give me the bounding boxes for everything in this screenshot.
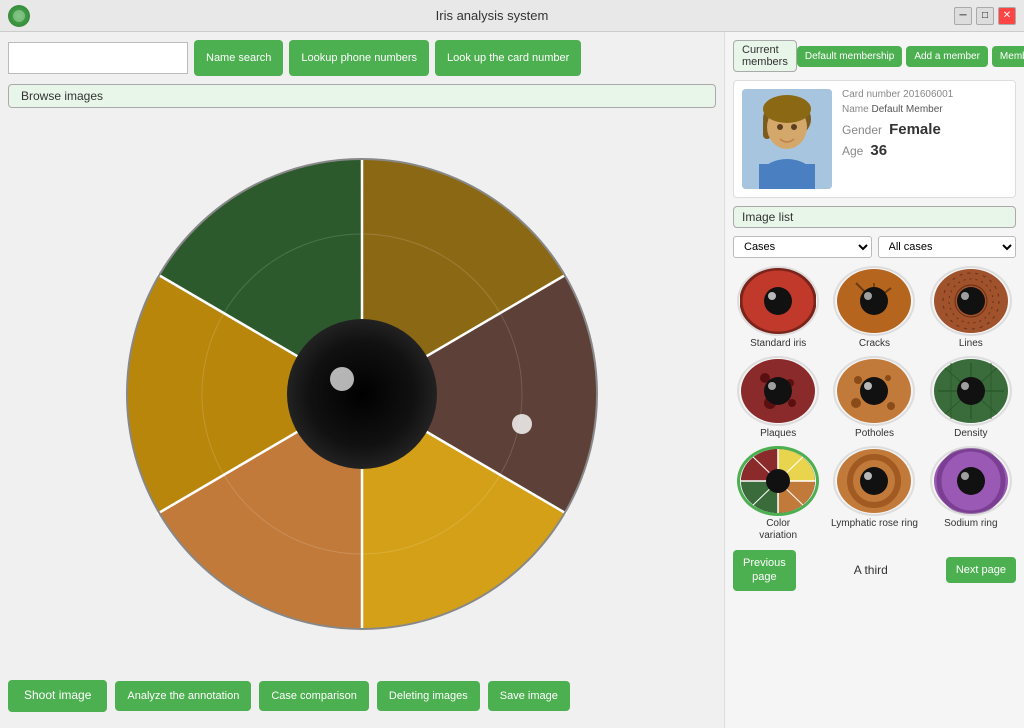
minimize-button[interactable]: ─ (954, 7, 972, 25)
analyze-annotation-button[interactable]: Analyze the annotation (115, 681, 251, 711)
left-panel: Name search Lookup phone numbers Look up… (0, 32, 724, 728)
top-toolbar: Name search Lookup phone numbers Look up… (8, 40, 716, 76)
cases-filter[interactable]: Cases (733, 236, 872, 258)
image-thumb-lymphatic[interactable] (833, 446, 915, 516)
image-label: Lines (959, 338, 983, 350)
main-content: Name search Lookup phone numbers Look up… (0, 32, 1024, 728)
list-item[interactable]: Cracks (829, 266, 919, 350)
age-label: Age (842, 144, 863, 158)
member-toolbar: Default membership Add a member Membersh… (797, 46, 1024, 67)
image-thumb-standard[interactable] (737, 266, 819, 336)
window-controls: ─ □ ✕ (954, 7, 1016, 25)
member-card: Card number 201606001 Name Default Membe… (733, 80, 1016, 198)
search-input[interactable] (8, 42, 188, 74)
image-thumb-cracks[interactable] (833, 266, 915, 336)
avatar (742, 89, 832, 189)
card-number-label: Card number 201606001 (842, 89, 1007, 100)
name-search-button[interactable]: Name search (194, 40, 283, 76)
list-item[interactable]: Density (926, 356, 1016, 440)
list-item[interactable]: Potholes (829, 356, 919, 440)
save-image-button[interactable]: Save image (488, 681, 570, 711)
page-indicator: A third (854, 563, 888, 577)
image-list-label: Image list (733, 206, 1016, 228)
iris-image (122, 154, 602, 634)
gender-value: Female (889, 121, 941, 138)
member-info: Card number 201606001 Name Default Membe… (842, 89, 1007, 189)
gender-label: Gender (842, 123, 882, 137)
maximize-button[interactable]: □ (976, 7, 994, 25)
list-item[interactable]: Standard iris (733, 266, 823, 350)
image-thumb-lines[interactable] (930, 266, 1012, 336)
age-value: 36 (870, 142, 887, 159)
bottom-toolbar: Shoot image Analyze the annotation Case … (8, 672, 716, 720)
image-grid: Standard iris Cracks (733, 266, 1016, 542)
shoot-image-button[interactable]: Shoot image (8, 680, 107, 712)
window-title: Iris analysis system (30, 8, 954, 23)
close-button[interactable]: ✕ (998, 7, 1016, 25)
pagination-row: Previous page A third Next page (733, 550, 1016, 591)
filter-row: Cases All cases (733, 236, 1016, 258)
image-label: Cracks (859, 338, 890, 350)
lookup-phone-button[interactable]: Lookup phone numbers (289, 40, 429, 76)
list-item[interactable]: Plaques (733, 356, 823, 440)
image-label: Plaques (760, 428, 796, 440)
right-panel: Current members Default membership Add a… (724, 32, 1024, 728)
image-thumb-density[interactable] (930, 356, 1012, 426)
case-comparison-button[interactable]: Case comparison (259, 681, 369, 711)
image-label: Color variation (759, 518, 797, 542)
image-thumb-sodium[interactable] (930, 446, 1012, 516)
iris-svg (122, 154, 602, 634)
image-label: Potholes (855, 428, 894, 440)
membership-management-button[interactable]: Membership management (992, 46, 1024, 67)
current-members-label: Current members (733, 40, 797, 72)
deleting-images-button[interactable]: Deleting images (377, 681, 480, 711)
iris-container (8, 116, 716, 672)
default-membership-button[interactable]: Default membership (797, 46, 902, 67)
all-cases-filter[interactable]: All cases (878, 236, 1017, 258)
app-logo (8, 5, 30, 27)
next-page-button[interactable]: Next page (946, 557, 1016, 583)
title-bar: Iris analysis system ─ □ ✕ (0, 0, 1024, 32)
image-label: Density (954, 428, 987, 440)
image-label: Lymphatic rose ring (831, 518, 918, 530)
image-thumb-potholes[interactable] (833, 356, 915, 426)
previous-page-button[interactable]: Previous page (733, 550, 796, 591)
list-item[interactable]: Lymphatic rose ring (829, 446, 919, 542)
list-item[interactable]: Lines (926, 266, 1016, 350)
image-label: Standard iris (750, 338, 806, 350)
image-thumb-plaques[interactable] (737, 356, 819, 426)
image-thumb-color-variation[interactable] (737, 446, 819, 516)
list-item[interactable]: Color variation (733, 446, 823, 542)
lookup-card-button[interactable]: Look up the card number (435, 40, 581, 76)
image-label: Sodium ring (944, 518, 997, 530)
browse-button[interactable]: Browse images (8, 84, 716, 108)
list-item[interactable]: Sodium ring (926, 446, 1016, 542)
add-member-button[interactable]: Add a member (906, 46, 988, 67)
